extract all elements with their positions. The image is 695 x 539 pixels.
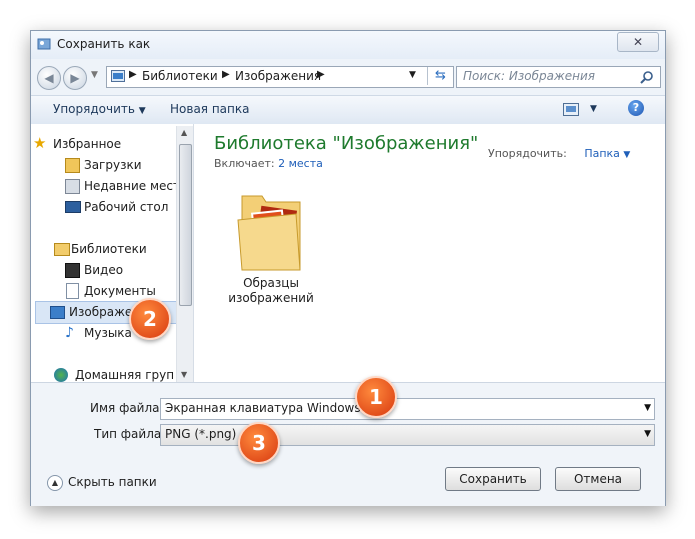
sidebar-scrollbar[interactable]: ▲ ▼ bbox=[176, 126, 193, 382]
sidebar-item-label: Видео bbox=[84, 263, 124, 277]
folder-label: Образцы изображений bbox=[228, 276, 314, 305]
sidebar-item-label: Документы bbox=[84, 284, 156, 298]
chevron-down-icon: ▼ bbox=[138, 106, 146, 116]
save-button[interactable]: Сохранить bbox=[445, 467, 541, 491]
sidebar-item-label: Избранное bbox=[53, 137, 122, 151]
arrange-label: Упорядочить: bbox=[488, 147, 567, 160]
sidebar-item-label: Недавние места bbox=[84, 179, 188, 193]
sidebar-item-desktop[interactable]: Рабочий стол bbox=[65, 198, 169, 216]
breadcrumb-pictures[interactable]: Изображения bbox=[235, 69, 321, 83]
sidebar-item-documents[interactable]: Документы bbox=[66, 282, 156, 300]
scroll-up-icon[interactable]: ▲ bbox=[181, 128, 187, 137]
help-icon[interactable]: ? bbox=[628, 100, 644, 116]
folder-item-sample-pictures[interactable]: Образцы изображений bbox=[216, 184, 326, 312]
desktop-icon bbox=[65, 201, 81, 213]
chevron-down-icon[interactable]: ▼ bbox=[623, 150, 630, 160]
close-icon: ✕ bbox=[632, 35, 644, 49]
new-folder-button[interactable]: Новая папка bbox=[170, 102, 249, 116]
forward-arrow-icon: ▶ bbox=[70, 71, 80, 85]
sidebar-item-label: Библиотеки bbox=[71, 242, 147, 256]
cancel-button[interactable]: Отмена bbox=[555, 467, 641, 491]
homegroup-icon bbox=[54, 368, 68, 382]
window-title: Сохранить как bbox=[57, 37, 151, 51]
downloads-icon bbox=[65, 158, 80, 173]
breadcrumb-separator-icon: ▶ bbox=[317, 69, 325, 80]
collapse-icon: ▲ bbox=[47, 475, 63, 491]
includes-label: Включает: bbox=[214, 157, 275, 170]
recent-pages-chevron-icon[interactable]: ▼ bbox=[91, 70, 98, 80]
sidebar-item-favorites[interactable]: ★ Избранное bbox=[33, 134, 122, 153]
sidebar-item-downloads[interactable]: Загрузки bbox=[65, 156, 142, 174]
sidebar-item-label: Музыка bbox=[84, 326, 132, 340]
search-input[interactable]: Поиск: Изображения bbox=[463, 69, 595, 83]
address-history-dropdown-icon[interactable]: ▼ bbox=[409, 70, 416, 80]
change-view-icon[interactable] bbox=[563, 103, 579, 116]
step-badge-3: 3 bbox=[238, 422, 280, 464]
content-pane: Библиотека "Изображения" Включает: 2 мес… bbox=[193, 124, 665, 382]
video-icon bbox=[65, 263, 80, 278]
filetype-label: Тип файла: bbox=[94, 427, 166, 441]
sidebar-item-libraries[interactable]: Библиотеки bbox=[54, 240, 147, 258]
star-icon: ★ bbox=[33, 134, 47, 152]
recent-places-icon bbox=[65, 179, 80, 194]
address-bar[interactable]: ▶ Библиотеки ▶ Изображения ▶ ▼ ⇆ bbox=[106, 66, 454, 88]
library-pictures-icon bbox=[111, 70, 125, 82]
navigation-pane: ★ Избранное Загрузки Недавние места Рабо… bbox=[31, 124, 193, 382]
sidebar-item-label: Загрузки bbox=[84, 158, 142, 172]
includes-locations-link[interactable]: 2 места bbox=[278, 157, 323, 170]
sidebar-item-label: Домашняя группа bbox=[75, 368, 175, 382]
chevron-down-icon[interactable]: ▼ bbox=[644, 429, 651, 439]
sidebar-item-video[interactable]: Видео bbox=[65, 261, 124, 279]
chevron-down-icon[interactable]: ▼ bbox=[644, 403, 651, 413]
filename-input[interactable]: Экранная клавиатура Windows 7 bbox=[165, 401, 372, 415]
close-button[interactable]: ✕ bbox=[617, 32, 659, 52]
filetype-value: PNG (*.png) bbox=[165, 427, 237, 441]
back-arrow-icon: ◀ bbox=[44, 71, 54, 85]
arrange-dropdown[interactable]: Папка bbox=[584, 147, 620, 160]
sidebar-item-recent-places[interactable]: Недавние места bbox=[65, 177, 188, 195]
filetype-select[interactable]: PNG (*.png) ▼ bbox=[160, 424, 655, 446]
step-badge-2: 2 bbox=[129, 298, 171, 340]
music-icon: ♪ bbox=[65, 325, 74, 341]
forward-button[interactable]: ▶ bbox=[63, 66, 87, 90]
arrange-by: Упорядочить: Папка ▼ bbox=[488, 147, 630, 160]
library-includes: Включает: 2 места bbox=[214, 157, 323, 170]
pictures-icon bbox=[50, 306, 65, 319]
sidebar-item-music[interactable]: ♪ Музыка bbox=[65, 324, 132, 342]
save-dialog-icon bbox=[37, 38, 51, 50]
refresh-icon[interactable]: ⇆ bbox=[427, 67, 453, 85]
sidebar-item-label: Рабочий стол bbox=[84, 200, 169, 214]
organize-label: Упорядочить bbox=[53, 102, 135, 116]
title-bar: Сохранить как ✕ bbox=[31, 31, 665, 59]
file-form-area: Имя файла: Экранная клавиатура Windows 7… bbox=[31, 382, 665, 506]
filename-combobox[interactable]: Экранная клавиатура Windows 7 ▼ bbox=[160, 398, 655, 420]
save-as-dialog: Сохранить как ✕ ◀ ▶ ▼ ▶ Библиотеки ▶ Изо… bbox=[30, 30, 666, 506]
scroll-down-icon[interactable]: ▼ bbox=[181, 370, 187, 379]
back-button[interactable]: ◀ bbox=[37, 66, 61, 90]
libraries-icon bbox=[54, 243, 70, 256]
hide-folders-label: Скрыть папки bbox=[68, 475, 157, 489]
search-box[interactable]: Поиск: Изображения bbox=[456, 66, 661, 88]
breadcrumb-separator-icon: ▶ bbox=[222, 69, 230, 80]
command-toolbar: Упорядочить ▼ Новая папка ▼ ? bbox=[31, 95, 665, 125]
scrollbar-thumb[interactable] bbox=[179, 144, 192, 306]
documents-icon bbox=[66, 283, 79, 299]
folder-icon bbox=[237, 195, 301, 271]
search-icon[interactable] bbox=[640, 70, 654, 84]
step-badge-1: 1 bbox=[355, 376, 397, 418]
library-title: Библиотека "Изображения" bbox=[214, 133, 479, 154]
filename-label: Имя файла: bbox=[90, 401, 164, 415]
breadcrumb-separator-icon: ▶ bbox=[129, 69, 137, 80]
organize-button[interactable]: Упорядочить ▼ bbox=[53, 102, 146, 116]
view-options-chevron-icon[interactable]: ▼ bbox=[590, 104, 597, 114]
breadcrumb-libraries[interactable]: Библиотеки bbox=[142, 69, 218, 83]
